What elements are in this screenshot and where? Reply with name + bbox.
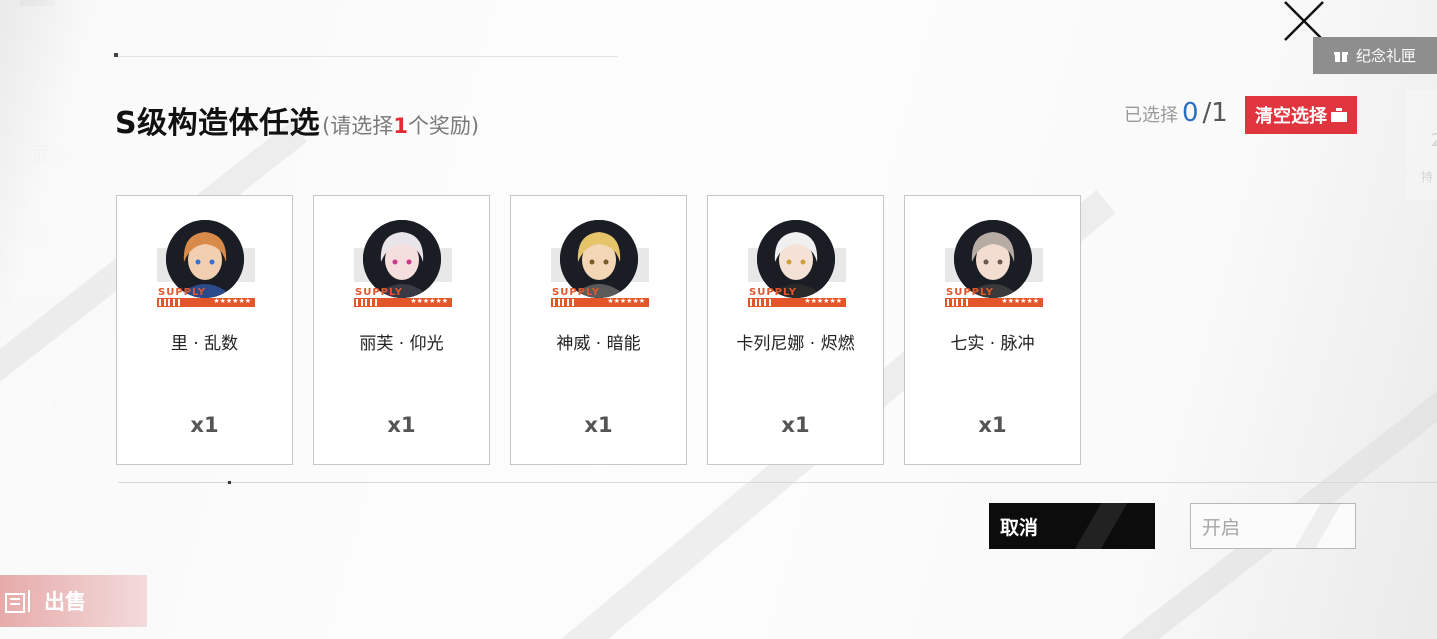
open-button[interactable]: 开启 (1190, 503, 1356, 549)
reward-card[interactable]: SUPPLY ★★★★★★ 七实 · 脉冲 x1 (904, 195, 1081, 465)
reward-card[interactable]: SUPPLY ★★★★★★ 丽芙 · 仰光 x1 (313, 195, 490, 465)
selected-count: 0 (1182, 98, 1199, 128)
hint-suffix: 个奖励) (407, 114, 480, 138)
hint-count: 1 (393, 114, 408, 138)
supply-barcode (553, 299, 575, 306)
open-label: 开启 (1202, 516, 1241, 539)
supply-barcode (159, 299, 181, 306)
reward-quantity: x1 (190, 413, 219, 437)
selection-counter: 已选择 0 /1 (1124, 98, 1228, 128)
supply-badge: SUPPLY (552, 287, 601, 298)
clear-selection-button[interactable]: 清空选择 (1245, 96, 1357, 134)
reward-card[interactable]: SUPPLY ★★★★★★ 卡列尼娜 · 烬燃 x1 (707, 195, 884, 465)
divider (118, 482, 1437, 483)
background-gift-tab[interactable]: 纪念礼匣 (1313, 37, 1437, 74)
rarity-stars: ★★★★★★ (804, 297, 842, 305)
reward-select-modal: S级构造体任选 (请选择1个奖励) 已选择 0 /1 清空选择 SUPPLY ★★… (0, 0, 1437, 639)
page-title: S级构造体任选 (请选择1个奖励) (115, 98, 479, 142)
gift-tab-label: 纪念礼匣 (1355, 47, 1416, 65)
rarity-stars: ★★★★★★ (607, 297, 645, 305)
decor-stripe (1120, 294, 1437, 639)
selected-label: 已选择 (1124, 105, 1178, 126)
sell-label: 出售 (44, 590, 86, 614)
character-portrait: SUPPLY ★★★★★★ (748, 220, 846, 310)
cancel-label: 取消 (1000, 516, 1039, 539)
supply-badge: SUPPLY (946, 287, 995, 298)
reward-card[interactable]: SUPPLY ★★★★★★ 神威 · 暗能 x1 (510, 195, 687, 465)
supply-badge: SUPPLY (749, 287, 798, 298)
supply-badge: SUPPLY (158, 287, 207, 298)
reward-quantity: x1 (584, 413, 613, 437)
divider (118, 56, 618, 57)
decor-dot (228, 481, 231, 484)
sell-button[interactable]: 出售 (0, 575, 147, 627)
reward-quantity: x1 (781, 413, 810, 437)
character-name: 里 · 乱数 (170, 334, 239, 354)
sell-icon (5, 590, 30, 613)
character-name: 丽芙 · 仰光 (359, 334, 444, 354)
character-name: 七实 · 脉冲 (950, 334, 1035, 354)
supply-barcode (750, 299, 772, 306)
supply-barcode (947, 299, 969, 306)
clear-selection-label: 清空选择 (1255, 106, 1327, 127)
reward-quantity: x1 (387, 413, 416, 437)
title-text: S级构造体任选 (115, 106, 321, 141)
reward-quantity: x1 (978, 413, 1007, 437)
character-portrait: SUPPLY ★★★★★★ (157, 220, 255, 310)
rarity-stars: ★★★★★★ (1001, 297, 1039, 305)
reward-card[interactable]: SUPPLY ★★★★★★ 里 · 乱数 x1 (116, 195, 293, 465)
rarity-stars: ★★★★★★ (410, 297, 448, 305)
cancel-button[interactable]: 取消 (989, 503, 1155, 549)
rarity-stars: ★★★★★★ (213, 297, 251, 305)
trash-icon (1331, 108, 1347, 122)
character-name: 卡列尼娜 · 烬燃 (736, 334, 855, 354)
title-hint: (请选择1个奖励) (322, 110, 479, 140)
hint-prefix: (请选择 (322, 114, 394, 138)
character-portrait: SUPPLY ★★★★★★ (945, 220, 1043, 310)
character-name: 神威 · 暗能 (556, 334, 641, 354)
supply-badge: SUPPLY (355, 287, 404, 298)
gift-icon (1333, 51, 1348, 62)
character-portrait: SUPPLY ★★★★★★ (551, 220, 649, 310)
supply-barcode (356, 299, 378, 306)
selected-total: /1 (1202, 98, 1228, 128)
character-portrait: SUPPLY ★★★★★★ (354, 220, 452, 310)
close-icon (1284, 1, 1324, 41)
close-button[interactable] (1281, 0, 1327, 42)
